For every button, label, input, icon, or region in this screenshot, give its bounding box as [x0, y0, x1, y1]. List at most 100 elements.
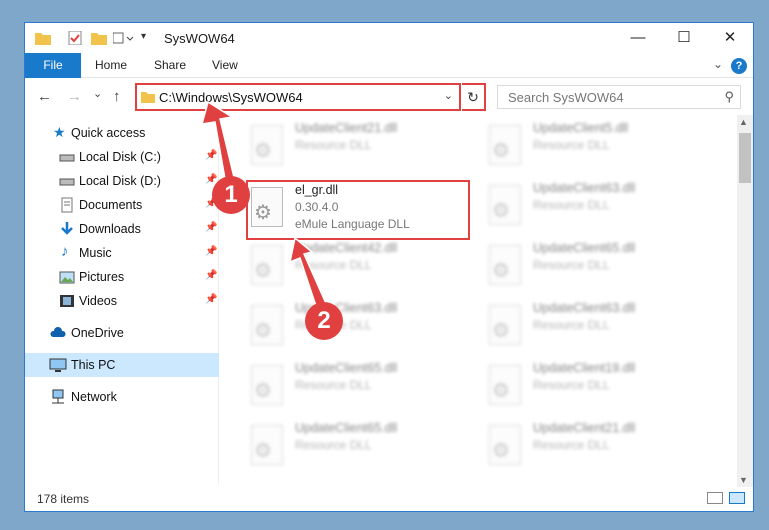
- search-input[interactable]: Search SysWOW64: [508, 90, 624, 105]
- up-button[interactable]: ↑: [113, 88, 121, 105]
- tab-share[interactable]: Share: [154, 53, 186, 78]
- window-title: SysWOW64: [164, 31, 235, 46]
- list-item[interactable]: ⚙ UpdateClient21.dll Resource DLL: [245, 119, 465, 175]
- recent-locations-button[interactable]: ⌄: [93, 87, 102, 100]
- list-item[interactable]: ⚙ UpdateClient63.dll Resource DLL: [483, 299, 703, 355]
- sidebar-item-quick-access[interactable]: ★ Quick access: [25, 121, 219, 145]
- tab-view[interactable]: View: [212, 53, 238, 78]
- list-item[interactable]: ⚙UpdateClient63.dllResource DLL: [483, 179, 703, 235]
- dll-file-icon: ⚙: [251, 365, 283, 405]
- forward-button[interactable]: →: [67, 88, 82, 105]
- vertical-scrollbar[interactable]: ▲ ▼: [737, 115, 753, 487]
- pin-icon[interactable]: 📌: [205, 270, 217, 281]
- chevron-down-icon[interactable]: ⌄: [444, 89, 453, 102]
- sidebar-item-label: OneDrive: [71, 326, 124, 340]
- sidebar-item-label: Downloads: [79, 222, 141, 236]
- expand-ribbon-icon[interactable]: ⌄: [713, 57, 723, 71]
- scrollbar-thumb[interactable]: [739, 133, 751, 183]
- item-count: 178 items: [37, 492, 90, 506]
- videos-icon: [59, 293, 75, 309]
- dll-file-icon: ⚙: [251, 425, 283, 465]
- drive-icon: [59, 149, 75, 165]
- refresh-button[interactable]: ↻: [462, 83, 486, 111]
- view-options-icon[interactable]: [112, 31, 134, 45]
- file-name: UpdateClient63.dll: [533, 301, 636, 315]
- back-button[interactable]: ←: [37, 88, 52, 105]
- cloud-icon: [49, 325, 66, 341]
- dll-file-icon: ⚙: [489, 305, 521, 345]
- dll-file-icon: ⚙: [489, 425, 521, 465]
- address-path: C:\Windows\SysWOW64: [159, 90, 303, 105]
- minimize-button[interactable]: —: [615, 23, 661, 53]
- properties-icon[interactable]: [67, 30, 83, 46]
- sidebar-item-label: Local Disk (C:): [79, 150, 161, 164]
- list-item[interactable]: ⚙ UpdateClient21.dll Resource DLL: [483, 419, 703, 475]
- dll-file-icon: ⚙: [251, 305, 283, 345]
- customize-toolbar-icon[interactable]: ▾: [141, 31, 157, 45]
- sidebar-item-label: Pictures: [79, 270, 125, 284]
- pin-icon[interactable]: 📌: [205, 294, 217, 305]
- file-type: Resource DLL: [533, 258, 610, 272]
- tab-home[interactable]: Home: [95, 53, 127, 78]
- sidebar-item-music[interactable]: ♪ Music 📌: [25, 241, 219, 265]
- list-item[interactable]: ⚙ UpdateClient19.dll Resource DLL: [483, 359, 703, 415]
- close-button[interactable]: ✕: [707, 23, 753, 53]
- list-item[interactable]: ⚙ UpdateClient5.dll Resource DLL: [483, 119, 703, 175]
- address-bar[interactable]: C:\Windows\SysWOW64 ⌄: [135, 83, 461, 111]
- file-name: UpdateClient19.dll: [533, 361, 636, 375]
- dll-file-icon: ⚙: [489, 125, 521, 165]
- new-folder-icon[interactable]: [91, 31, 107, 45]
- list-item[interactable]: ⚙UpdateClient63.dllResource DLL: [245, 299, 465, 355]
- pin-icon[interactable]: 📌: [205, 150, 217, 161]
- explorer-window: ▾ SysWOW64 — ☐ ✕ File Home Share View ⌄ …: [24, 22, 754, 512]
- tab-file[interactable]: File: [25, 53, 81, 78]
- sidebar-item-local-disk-d[interactable]: Local Disk (D:) 📌: [25, 169, 219, 193]
- music-note-icon: ♪: [61, 243, 69, 260]
- file-type: Resource DLL: [295, 378, 372, 392]
- sidebar-item-local-disk-c[interactable]: Local Disk (C:) 📌: [25, 145, 219, 169]
- sidebar-item-pictures[interactable]: Pictures 📌: [25, 265, 219, 289]
- pin-icon[interactable]: 📌: [205, 246, 217, 257]
- large-icons-view-icon[interactable]: [729, 492, 745, 504]
- documents-icon: [59, 197, 75, 213]
- list-item[interactable]: ⚙ UpdateClient42.dll Resource DLL: [245, 239, 465, 295]
- maximize-button[interactable]: ☐: [661, 23, 707, 53]
- sidebar-item-label: Music: [79, 246, 112, 260]
- sidebar-item-label: Local Disk (D:): [79, 174, 161, 188]
- file-type: Resource DLL: [295, 438, 372, 452]
- list-item[interactable]: ⚙ UpdateClient65.dll Resource DLL: [245, 419, 465, 475]
- file-name: UpdateClient42.dll: [295, 241, 398, 255]
- file-list: ⚙ UpdateClient21.dll Resource DLL ⚙ UpdateC…: [221, 115, 735, 485]
- file-type: Resource DLL: [533, 378, 610, 392]
- file-type: Resource DLL: [533, 318, 610, 332]
- list-item[interactable]: ⚙ UpdateClient65.dll Resource DLL: [483, 239, 703, 295]
- list-item[interactable]: ⚙ UpdateClient65.dll Resource DLL: [245, 359, 465, 415]
- step-2-badge: 2: [305, 302, 343, 340]
- file-type: Resource DLL: [533, 438, 610, 452]
- pin-icon[interactable]: 📌: [205, 222, 217, 233]
- search-icon: ⚲: [724, 89, 734, 104]
- file-type: Resource DLL: [295, 138, 372, 152]
- dll-file-icon: ⚙: [489, 185, 521, 225]
- file-type: Resource DLL: [533, 138, 610, 152]
- download-arrow-icon: [59, 221, 75, 237]
- sidebar-item-this-pc[interactable]: This PC: [25, 353, 219, 377]
- details-view-icon[interactable]: [707, 492, 723, 504]
- scroll-up-icon[interactable]: ▲: [739, 117, 748, 127]
- sidebar-item-videos[interactable]: Videos 📌: [25, 289, 219, 313]
- sidebar-item-label: Videos: [79, 294, 117, 308]
- file-name: UpdateClient21.dll: [295, 121, 398, 135]
- pictures-icon: [59, 269, 75, 285]
- folder-icon[interactable]: [35, 31, 51, 45]
- sidebar-item-onedrive[interactable]: OneDrive: [25, 321, 219, 345]
- sidebar-item-label: Quick access: [71, 126, 146, 140]
- scroll-down-icon[interactable]: ▼: [739, 475, 748, 485]
- sidebar-item-label: This PC: [71, 358, 116, 372]
- sidebar-item-network[interactable]: Network: [25, 385, 219, 409]
- sidebar-item-downloads[interactable]: Downloads 📌: [25, 217, 219, 241]
- navigation-pane: ★ Quick access Local Disk (C:) 📌 Local D…: [25, 115, 219, 485]
- sidebar-item-documents[interactable]: Documents 📌: [25, 193, 219, 217]
- help-icon[interactable]: ?: [731, 58, 747, 74]
- star-icon: ★: [53, 124, 66, 140]
- search-box[interactable]: Search SysWOW64 ⚲: [497, 85, 741, 109]
